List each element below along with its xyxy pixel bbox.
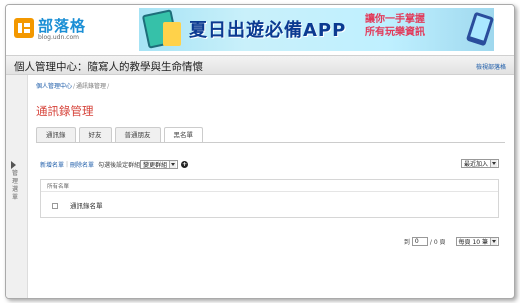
- pagination: 到 0 / 0 頁 每頁 10 筆: [404, 237, 499, 246]
- hand-phone-icon: [465, 11, 494, 47]
- delete-list-link[interactable]: 刪除名單: [70, 160, 94, 169]
- add-group-icon[interactable]: +: [181, 161, 189, 168]
- ad-subtitle-line1: 讓你一手掌握: [365, 14, 425, 25]
- group-hint: 勾選後設定群組: [98, 162, 141, 169]
- sidebar-label: 管理選單: [11, 170, 18, 201]
- pager-prefix: 到: [403, 239, 410, 246]
- breadcrumb-current: 通訊錄管理: [76, 83, 107, 90]
- view-blog-link[interactable]: 檢視部落格: [476, 62, 506, 71]
- list-item-label: 通訊錄名單: [70, 202, 103, 210]
- group-select[interactable]: 變更群組: [140, 160, 179, 169]
- group-select-value: 變更群組: [143, 162, 168, 169]
- beach-icon: [163, 22, 181, 46]
- browser-frame: 部落格 blog.udn.com 夏日出遊必備APP 讓你一手掌握 所有玩樂資訊…: [5, 4, 515, 299]
- tab-contacts[interactable]: 通訊錄: [36, 127, 76, 142]
- chevron-down-icon: [490, 238, 497, 245]
- blog-title: 個人管理中心：隨寫人的教學與生命情懷: [14, 59, 203, 74]
- per-page-value: 每頁 10 筆: [458, 239, 488, 246]
- tab-bar: 通訊錄 好友 普通朋友 黑名單: [36, 127, 206, 143]
- breadcrumb: 個人管理中心/通訊錄管理/: [36, 83, 110, 90]
- sort-select[interactable]: 最近加入: [460, 159, 499, 168]
- logo-name: 部落格: [38, 17, 87, 35]
- title-prefix: 個人管理中心：: [14, 61, 88, 73]
- per-page-select[interactable]: 每頁 10 筆: [455, 237, 499, 246]
- ad-subtitle: 讓你一手掌握 所有玩樂資訊: [365, 13, 425, 39]
- expand-arrow-icon[interactable]: [11, 161, 16, 169]
- list-item-checkbox[interactable]: [52, 203, 58, 209]
- list-groupbox: 所有名單 通訊錄名單: [40, 179, 499, 218]
- logo-icon: [14, 18, 34, 38]
- page-number-input[interactable]: 0: [411, 237, 428, 246]
- action-bar: 新增名單 | 刪除名單 勾選後設定群組 變更群組 +: [40, 160, 189, 169]
- sort-select-value: 最近加入: [463, 161, 488, 168]
- collapsed-sidebar[interactable]: 管理選單: [6, 75, 28, 298]
- tab-normal-friends[interactable]: 普通朋友: [114, 127, 161, 142]
- sort-control: 最近加入: [460, 159, 499, 168]
- chevron-down-icon: [490, 160, 497, 167]
- groupbox-legend: 所有名單: [47, 184, 70, 190]
- ad-banner[interactable]: 夏日出遊必備APP 讓你一手掌握 所有玩樂資訊: [139, 8, 494, 51]
- logo-url: blog.udn.com: [38, 34, 79, 41]
- title-bar: 個人管理中心：隨寫人的教學與生命情懷 檢視部落格: [6, 55, 514, 75]
- breadcrumb-home[interactable]: 個人管理中心: [36, 83, 72, 90]
- tab-divider: [36, 142, 505, 143]
- udn-blog-logo[interactable]: 部落格 blog.udn.com: [14, 18, 86, 41]
- pager-total: / 0 頁: [429, 239, 446, 246]
- page-title: 通訊錄管理: [36, 104, 94, 118]
- ad-headline: 夏日出遊必備APP: [189, 20, 347, 41]
- ad-subtitle-line2: 所有玩樂資訊: [365, 27, 425, 38]
- list-item: 通訊錄名單: [41, 191, 498, 217]
- blog-name: 隨寫人的教學與生命情懷: [87, 61, 204, 73]
- tab-friends[interactable]: 好友: [78, 127, 112, 142]
- top-banner: 部落格 blog.udn.com 夏日出遊必備APP 讓你一手掌握 所有玩樂資訊: [6, 5, 514, 55]
- chevron-down-icon: [169, 161, 177, 168]
- tab-blacklist[interactable]: 黑名單: [163, 127, 203, 143]
- new-list-link[interactable]: 新增名單: [40, 160, 64, 169]
